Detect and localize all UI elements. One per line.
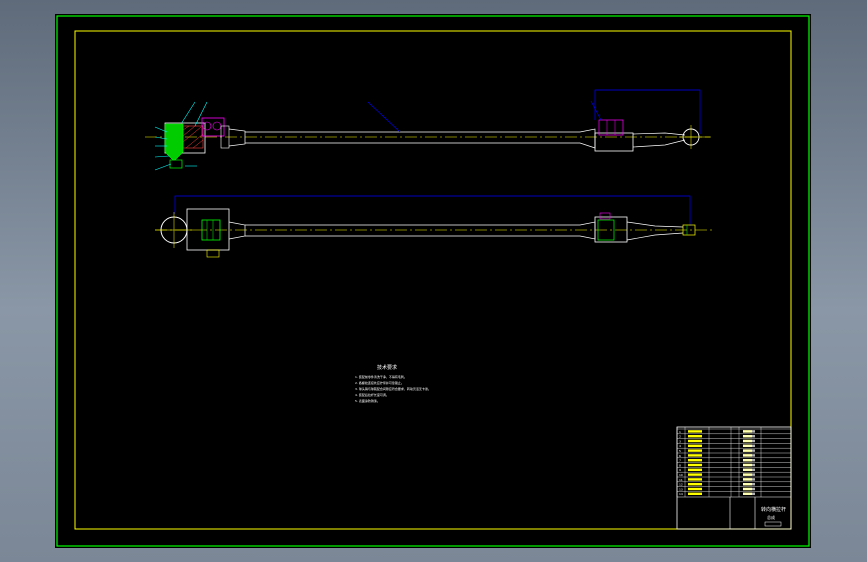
note-line-3: 3. 球头销与球碗配合间隙应符合要求，转动灵活无卡滞。 xyxy=(355,386,431,391)
part-name-cell xyxy=(688,430,702,433)
title-block-scale-box xyxy=(764,521,782,527)
part-name-cell xyxy=(688,449,702,452)
part-remark-cell xyxy=(743,483,755,486)
part-remark-cell xyxy=(743,430,755,433)
title-block: 1234567891011121314 转向横拉杆 总成 xyxy=(676,426,792,530)
leader-1 xyxy=(180,101,196,125)
ball-stud-green xyxy=(164,123,184,161)
part-name-cell xyxy=(688,459,702,462)
part-number: 1 xyxy=(679,430,681,434)
outer-frame xyxy=(56,15,810,547)
dimension-eye-offset xyxy=(594,89,701,134)
part-name-cell xyxy=(688,492,702,495)
part-number: 8 xyxy=(679,463,681,467)
left-taper-plan xyxy=(228,221,246,240)
note-line-4: 4. 装配后拉杆长度可调。 xyxy=(355,392,389,397)
part-remark-cell xyxy=(743,492,755,495)
tie-rod-front-view xyxy=(145,89,711,171)
notes-title: 技术要求 xyxy=(377,364,397,371)
note-line-5: 5. 表面涂防锈漆。 xyxy=(355,398,380,403)
part-number: 5 xyxy=(679,449,681,453)
part-remark-cell xyxy=(743,487,755,491)
right-clamp xyxy=(594,132,634,152)
part-number: 9 xyxy=(679,468,681,472)
hatch-line xyxy=(185,133,204,149)
part-number: 4 xyxy=(679,444,681,448)
part-remark-cell xyxy=(743,459,755,462)
leader-clamp xyxy=(590,100,602,121)
part-name-cell xyxy=(688,444,702,447)
part-number: 11 xyxy=(679,478,683,482)
part-remark-cell xyxy=(743,468,755,471)
part-name-cell xyxy=(688,473,702,476)
right-rod-plan xyxy=(626,221,684,241)
part-name-cell xyxy=(688,483,702,486)
part-name-cell xyxy=(688,487,702,491)
part-number: 7 xyxy=(679,459,681,463)
left-socket-body xyxy=(186,208,230,251)
technical-notes: 技术要求 1. 装配前零件清洗干净，不得有毛刺。 2. 各螺纹连接处应拧紧并可靠… xyxy=(355,364,431,403)
tie-rod-plan-view xyxy=(155,195,715,258)
part-remark-cell xyxy=(743,444,755,447)
right-taper-plan xyxy=(579,221,596,240)
hatch-line xyxy=(182,125,196,137)
part-name-cell xyxy=(688,468,702,471)
title-block-sub: 总成 xyxy=(767,514,775,520)
leader-7 xyxy=(154,163,172,171)
part-remark-cell xyxy=(743,435,755,438)
drawing-canvas: 技术要求 1. 装配前零件清洗干净，不得有毛刺。 2. 各螺纹连接处应拧紧并可靠… xyxy=(56,15,810,547)
inner-frame xyxy=(74,30,792,530)
part-remark-cell xyxy=(743,449,755,452)
hatch-line xyxy=(182,126,202,143)
right-taper xyxy=(579,128,596,149)
part-name-cell xyxy=(688,435,702,438)
note-line-1: 1. 装配前零件清洗干净，不得有毛刺。 xyxy=(355,374,407,379)
ball-stud-nut xyxy=(169,159,183,169)
left-socket-lug xyxy=(206,249,220,258)
part-name-cell xyxy=(688,478,702,481)
part-remark-cell xyxy=(743,473,755,476)
part-number: 12 xyxy=(679,483,683,487)
title-block-name: 转向横拉杆 xyxy=(761,506,786,513)
part-number: 13 xyxy=(679,487,683,491)
right-clamp-plan xyxy=(594,216,628,243)
leader-tube xyxy=(367,101,401,133)
part-name-cell xyxy=(688,439,702,443)
part-remark-cell xyxy=(743,439,755,443)
clamp-bolt xyxy=(212,121,222,131)
part-remark-cell xyxy=(743,454,755,457)
title-block-frame xyxy=(676,426,792,530)
part-number: 10 xyxy=(679,473,683,477)
part-number: 6 xyxy=(679,454,681,458)
clamp-bolt xyxy=(202,121,212,131)
part-number: 3 xyxy=(679,439,681,443)
part-remark-cell xyxy=(743,463,755,467)
right-rod xyxy=(632,132,686,148)
hatch-line xyxy=(182,125,190,131)
note-line-2: 2. 各螺纹连接处应拧紧并可靠锁止。 xyxy=(355,380,404,385)
part-name-cell xyxy=(688,454,702,457)
dimension-overall-length xyxy=(174,195,691,226)
cad-drawing-viewport[interactable]: 技术要求 1. 装配前零件清洗干净，不得有毛刺。 2. 各螺纹连接处应拧紧并可靠… xyxy=(55,14,811,548)
part-remark-cell xyxy=(743,478,755,481)
leader-6 xyxy=(154,155,170,158)
left-taper xyxy=(228,128,246,147)
parts-list-rows: 1234567891011121314 xyxy=(676,427,792,497)
part-number: 14 xyxy=(679,492,683,496)
clamp-bolt-plan xyxy=(599,212,611,220)
part-name-cell xyxy=(688,463,702,467)
part-number: 2 xyxy=(679,435,681,439)
